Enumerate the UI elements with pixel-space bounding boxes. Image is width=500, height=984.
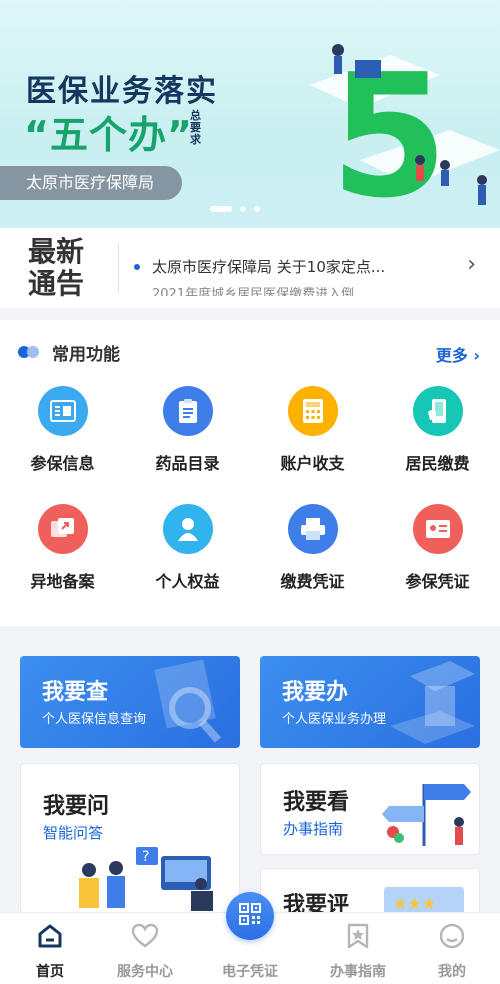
- section-dots-icon: [18, 346, 42, 358]
- user-icon: [437, 921, 467, 951]
- nav-label: 电子凭证: [222, 964, 278, 980]
- card-subtitle: 个人医保业务办理: [282, 712, 387, 727]
- card-title: 我要办: [282, 680, 349, 705]
- banner-title-line2: “五个办”: [24, 113, 193, 157]
- banner-big-five: 5: [330, 38, 448, 220]
- func-label: 缴费凭证: [280, 572, 345, 591]
- card-query[interactable]: 我要查 个人医保信息查询: [20, 656, 240, 748]
- nav-label: 首页: [36, 964, 64, 980]
- e-voucher-center-button[interactable]: [226, 892, 274, 940]
- notice-divider: [118, 244, 119, 292]
- nav-label: 办事指南: [330, 964, 386, 980]
- notice-tag-line1: 最新: [28, 235, 85, 268]
- func-drug-catalog[interactable]: 药品目录: [125, 386, 250, 474]
- notice-tag-line2: 通告: [28, 267, 85, 300]
- banner-illustration: 5: [310, 38, 500, 220]
- func-resident-payment[interactable]: 居民缴费: [375, 386, 500, 474]
- notice-text[interactable]: 太原市医疗保障局 关于10家定点...: [152, 256, 402, 277]
- card-handle[interactable]: 我要办 个人医保业务办理: [260, 656, 480, 748]
- banner-org-label: 太原市医疗保障局: [0, 166, 182, 200]
- card-subtitle: 个人医保信息查询: [42, 712, 147, 727]
- func-label: 参保凭证: [405, 572, 470, 591]
- id-card-icon: [412, 504, 463, 554]
- card-ask[interactable]: 我要问 智能问答 ?: [20, 763, 240, 913]
- func-insurance-info[interactable]: 参保信息: [0, 386, 125, 474]
- banner-dot-2[interactable]: [240, 206, 246, 212]
- more-label: 更多: [435, 346, 468, 365]
- transfer-icon: [37, 504, 88, 554]
- person-icon: [162, 504, 213, 554]
- home-icon: [35, 921, 65, 951]
- func-payment-voucher[interactable]: 缴费凭证: [250, 504, 375, 592]
- card-title: 我要看: [283, 790, 350, 815]
- notice-tag: 最新 通告: [28, 236, 84, 300]
- func-personal-rights[interactable]: 个人权益: [125, 504, 250, 592]
- chevron-right-icon[interactable]: ›: [467, 252, 476, 277]
- insurance-card-icon: [37, 386, 88, 436]
- top-banner[interactable]: 医保业务落实 “五个办” 总要求 太原市医疗保障局 5: [0, 0, 500, 228]
- qr-code-icon: [238, 902, 262, 930]
- heart-icon: [130, 921, 160, 951]
- clipboard-icon: [162, 386, 213, 436]
- banner-title-note: 总要求: [190, 109, 201, 146]
- card-title: 我要查: [42, 680, 109, 705]
- nav-label: 我的: [438, 964, 466, 980]
- func-insurance-voucher[interactable]: 参保凭证: [375, 504, 500, 592]
- printer-icon: [287, 504, 338, 554]
- func-label: 异地备案: [30, 572, 95, 591]
- nav-home[interactable]: 首页: [0, 913, 100, 984]
- notice-text-next: 2021年度城乡居民医保缴费进入倒: [152, 287, 355, 296]
- calculator-icon: [287, 386, 338, 436]
- svg-text:★★★: ★★★: [393, 894, 436, 913]
- phone-pay-icon: [412, 386, 463, 436]
- nav-label: 服务中心: [117, 964, 173, 980]
- banner-dot-3[interactable]: [254, 206, 260, 212]
- banner-pagination[interactable]: [210, 206, 260, 212]
- func-remote-filing[interactable]: 异地备案: [0, 504, 125, 592]
- card-subtitle: 智能问答: [43, 824, 104, 842]
- ask-illustration: ?: [79, 847, 213, 911]
- section-title: 常用功能: [52, 345, 120, 365]
- func-label: 参保信息: [30, 454, 95, 473]
- handle-illustration: [390, 661, 475, 744]
- common-functions-section: 常用功能 更多 › 参保信息 药品目录 账户收支 居民缴费 异地备案 个人权益 …: [0, 320, 500, 626]
- nav-service-center[interactable]: 服务中心: [95, 913, 195, 984]
- chevron-right-icon: ›: [473, 346, 480, 365]
- card-rate[interactable]: 我要评 ★★★: [260, 868, 480, 918]
- func-label: 居民缴费: [405, 454, 470, 473]
- card-subtitle: 办事指南: [283, 820, 344, 838]
- more-button[interactable]: 更多 ›: [436, 342, 480, 366]
- card-view[interactable]: 我要看 办事指南: [260, 763, 480, 855]
- func-label: 药品目录: [155, 454, 220, 473]
- function-grid: 参保信息 药品目录 账户收支 居民缴费 异地备案 个人权益 缴费凭证 参保凭证: [0, 386, 500, 592]
- view-illustration: [382, 784, 471, 846]
- func-account-balance[interactable]: 账户收支: [250, 386, 375, 474]
- nav-mine[interactable]: 我的: [402, 913, 500, 984]
- query-illustration: [154, 659, 221, 743]
- card-title: 我要问: [43, 794, 110, 819]
- svg-text:?: ?: [142, 849, 149, 865]
- nav-guide[interactable]: 办事指南: [308, 913, 408, 984]
- notice-bullet-icon: [134, 264, 140, 270]
- banner-dot-1[interactable]: [210, 206, 232, 212]
- bookmark-star-icon: [343, 921, 373, 951]
- func-label: 账户收支: [280, 454, 345, 473]
- latest-notice-bar[interactable]: 最新 通告 太原市医疗保障局 关于10家定点... 2021年度城乡居民医保缴费…: [0, 228, 500, 308]
- func-label: 个人权益: [155, 572, 220, 591]
